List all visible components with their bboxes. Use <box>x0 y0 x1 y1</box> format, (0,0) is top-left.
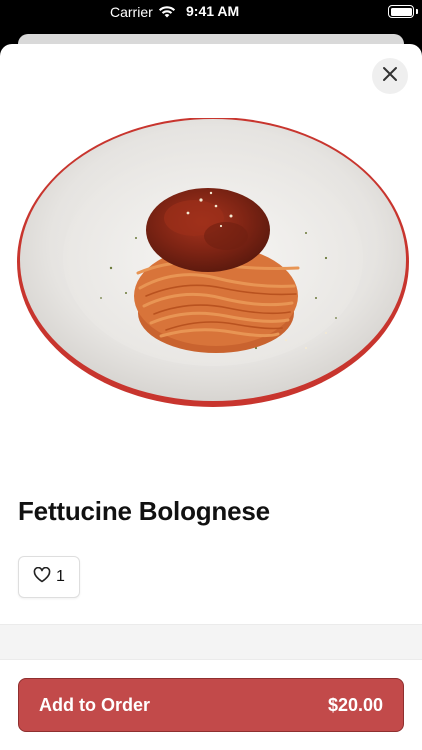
battery-icon <box>388 5 418 18</box>
close-button[interactable] <box>372 58 408 94</box>
dish-title: Fettucine Bolognese <box>18 496 270 526</box>
price-label: $20.00 <box>327 694 383 715</box>
heart-icon <box>33 566 51 588</box>
section-divider <box>0 624 422 660</box>
dish-image <box>16 117 410 414</box>
wifi-icon <box>158 5 176 23</box>
dish-detail-sheet: Fettucine Bolognese 1 Add to Order $20.0… <box>0 44 422 750</box>
like-count: 1 <box>56 568 65 585</box>
status-bar: Carrier 9:41 AM <box>0 0 422 26</box>
status-time: 9:41 AM <box>186 3 240 19</box>
close-icon <box>382 66 398 87</box>
carrier-label: Carrier <box>110 4 153 20</box>
like-button[interactable]: 1 <box>18 556 80 598</box>
add-to-order-label: Add to Order <box>39 694 150 715</box>
add-to-order-button[interactable]: Add to Order $20.00 <box>18 678 404 732</box>
